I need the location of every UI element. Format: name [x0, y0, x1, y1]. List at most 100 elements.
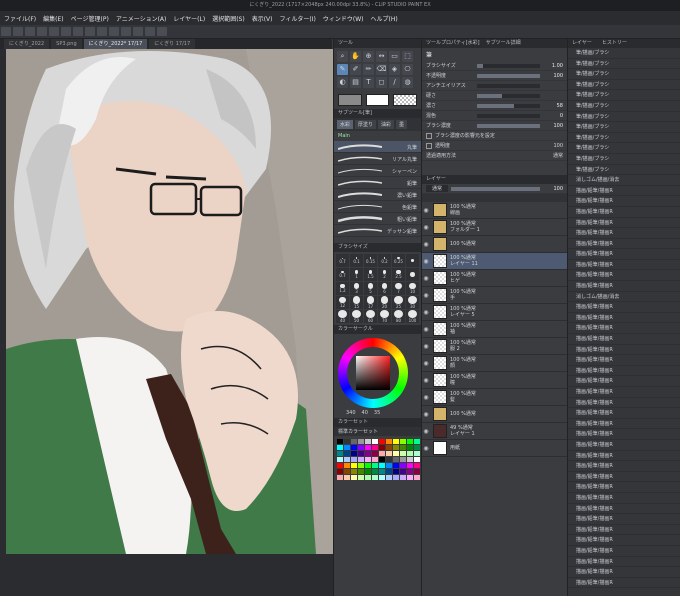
brush-item[interactable]: デッサン鉛筆 — [334, 225, 421, 237]
history-item[interactable]: 描画/鉛筆/描画R — [568, 249, 680, 260]
transform-icon[interactable] — [73, 27, 83, 36]
menu-item-view[interactable]: 表示(V) — [252, 14, 273, 23]
brush-size-cell[interactable]: 20 — [378, 296, 391, 309]
color-swatch[interactable] — [344, 463, 350, 468]
history-item[interactable]: 筆/描画/ブラシ — [568, 80, 680, 91]
blend-tool-icon[interactable]: ◈ — [389, 64, 400, 75]
layer-opacity-slider[interactable] — [451, 186, 540, 191]
history-item[interactable]: 筆/描画/ブラシ — [568, 101, 680, 112]
color-swatch[interactable] — [393, 451, 399, 456]
brush-size-cell[interactable]: 1.2 — [336, 282, 349, 295]
color-swatch[interactable] — [372, 451, 378, 456]
color-swatch[interactable] — [393, 457, 399, 462]
color-swatch[interactable] — [372, 463, 378, 468]
move-tool-icon[interactable]: ⊕ — [363, 51, 374, 62]
history-item[interactable]: 筆/描画/ブラシ — [568, 112, 680, 123]
brush-size-cell[interactable]: 15 — [350, 296, 363, 309]
eye-icon[interactable]: ◉ — [422, 326, 430, 333]
layer-row[interactable]: ◉ 100 %通常顔 — [422, 355, 567, 372]
color-swatch[interactable] — [414, 469, 420, 474]
color-saturation-square[interactable] — [356, 356, 390, 390]
history-item[interactable]: 描画/鉛筆/描画R — [568, 408, 680, 419]
color-swatch[interactable] — [358, 439, 364, 444]
color-swatch[interactable] — [344, 457, 350, 462]
gradient-tool-icon[interactable]: ◐ — [337, 77, 348, 88]
layer-row[interactable]: ◉ 100 %通常袖 — [422, 321, 567, 338]
eyedropper-tool-icon[interactable]: ◍ — [402, 77, 413, 88]
layer-row[interactable]: ◉ 100 %通常 レイヤー 11 — [422, 253, 567, 270]
history-item[interactable]: 描画/鉛筆/描画R — [568, 323, 680, 335]
brush-size-cell[interactable]: 7 — [392, 282, 405, 295]
doc-tab[interactable]: SP3.png — [51, 39, 82, 49]
main-color-swatch[interactable] — [338, 94, 362, 106]
eraser-tool-icon[interactable]: ⌫ — [376, 64, 387, 75]
color-swatch[interactable] — [351, 469, 357, 474]
history-item[interactable]: 描画/鉛筆/描画R — [568, 260, 680, 271]
brush-size-cell[interactable]: 3 — [350, 282, 363, 295]
color-swatch[interactable] — [407, 445, 413, 450]
layer-row[interactable]: ◉ 100 %通常 フォルダー 1 — [422, 219, 567, 236]
menu-item-animation[interactable]: アニメーション(A) — [116, 14, 167, 23]
history-item[interactable]: 描画/鉛筆/描画R — [568, 281, 680, 292]
brush-size-cell[interactable]: 1 — [350, 268, 363, 281]
brush-size-cell[interactable] — [406, 268, 419, 281]
color-swatch[interactable] — [358, 457, 364, 462]
property-check-row[interactable]: ブラシ濃度の影響元を設定 — [422, 131, 567, 141]
color-swatch[interactable] — [358, 451, 364, 456]
color-swatch[interactable] — [386, 451, 392, 456]
color-swatch[interactable] — [407, 457, 413, 462]
color-swatch[interactable] — [379, 463, 385, 468]
doc-tab[interactable]: にくぎり_2022 — [4, 39, 50, 49]
history-item[interactable]: 筆/描画/ブラシ — [568, 122, 680, 133]
menu-item-help[interactable]: ヘルプ(H) — [370, 14, 397, 23]
color-swatch[interactable] — [344, 445, 350, 450]
brush-size-cell[interactable]: 5 — [364, 282, 377, 295]
hand-tool-icon[interactable]: ✋ — [350, 51, 361, 62]
color-swatch[interactable] — [386, 463, 392, 468]
brush-size-cell[interactable]: 0.2 — [378, 254, 391, 267]
invert-selection-icon[interactable] — [109, 27, 119, 36]
color-swatch[interactable] — [365, 457, 371, 462]
layer-row[interactable]: ◉ 100 %通常手 — [422, 287, 567, 304]
history-item[interactable]: 描画/鉛筆/描画R — [568, 514, 680, 525]
tab-layer[interactable]: レイヤー — [572, 39, 592, 48]
pencil-tool-icon[interactable]: ✐ — [350, 64, 361, 75]
color-swatch[interactable] — [372, 475, 378, 480]
drawing-canvas[interactable] — [6, 49, 333, 554]
ruler-tool-icon[interactable]: / — [389, 77, 400, 88]
color-swatch[interactable] — [400, 445, 406, 450]
color-swatch[interactable] — [337, 445, 343, 450]
eye-icon[interactable]: ◉ — [422, 292, 430, 299]
brush-size-cell[interactable]: 50 — [350, 310, 363, 323]
color-swatch[interactable] — [337, 451, 343, 456]
color-swatch[interactable] — [386, 457, 392, 462]
color-swatch[interactable] — [414, 439, 420, 444]
brush-item[interactable]: 色鉛筆 — [334, 201, 421, 213]
history-item[interactable]: 描画/鉛筆/描画R — [568, 398, 680, 409]
menu-item-window[interactable]: ウィンドウ(W) — [323, 14, 364, 23]
history-item[interactable]: 描画/鉛筆/描画R — [568, 239, 680, 250]
brush-size-cell[interactable]: 12 — [336, 296, 349, 309]
open-file-icon[interactable] — [13, 27, 23, 36]
doc-tab[interactable]: にくぎり 17/17 — [149, 39, 196, 49]
eye-icon[interactable]: ◉ — [422, 394, 430, 401]
layer-row[interactable]: ◉ 100 %通常 — [422, 406, 567, 423]
eye-icon[interactable]: ◉ — [422, 445, 430, 452]
brush-size-cell[interactable]: 30 — [406, 296, 419, 309]
brush-tool-icon[interactable]: ✏ — [363, 64, 374, 75]
settings-icon[interactable] — [157, 27, 167, 36]
history-item[interactable]: 描画/鉛筆/描画R — [568, 451, 680, 462]
layer-row[interactable]: ◉ 100 %通常 — [422, 236, 567, 253]
color-swatch[interactable] — [358, 475, 364, 480]
history-item[interactable]: 描画/鉛筆/描画R — [568, 461, 680, 472]
subtool-tab-ink[interactable]: 墨 — [396, 120, 408, 129]
history-item[interactable]: 描画/鉛筆/描画R — [568, 186, 680, 197]
new-file-icon[interactable] — [1, 27, 11, 36]
history-item[interactable]: 描画/鉛筆/描画R — [568, 334, 680, 345]
menu-item-filter[interactable]: フィルター(I) — [280, 14, 316, 23]
brush-size-cell[interactable]: 80 — [392, 310, 405, 323]
color-swatch[interactable] — [365, 463, 371, 468]
color-swatch[interactable] — [414, 475, 420, 480]
deselect-icon[interactable] — [85, 27, 95, 36]
history-item[interactable]: 描画/鉛筆/描画R — [568, 345, 680, 356]
